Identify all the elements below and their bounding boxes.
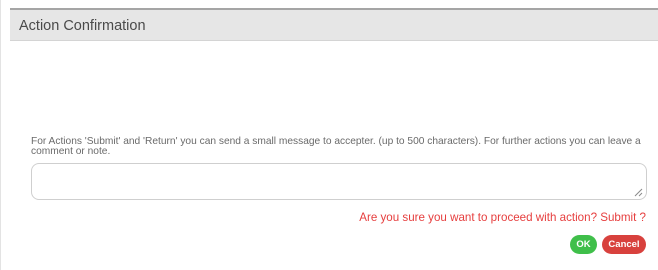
ok-button[interactable]: OK: [570, 235, 597, 254]
comment-textarea[interactable]: [31, 163, 647, 200]
instructions-text: For Actions 'Submit' and 'Return' you ca…: [31, 136, 641, 157]
resize-handle-icon[interactable]: [634, 188, 643, 197]
cancel-button[interactable]: Cancel: [602, 235, 646, 254]
confirmation-prompt: Are you sure you want to proceed with ac…: [359, 211, 646, 224]
dialog-title: Action Confirmation: [19, 18, 146, 34]
dialog-titlebar[interactable]: Action Confirmation: [10, 8, 658, 41]
action-confirmation-dialog: Action Confirmation For Actions 'Submit'…: [0, 0, 658, 270]
